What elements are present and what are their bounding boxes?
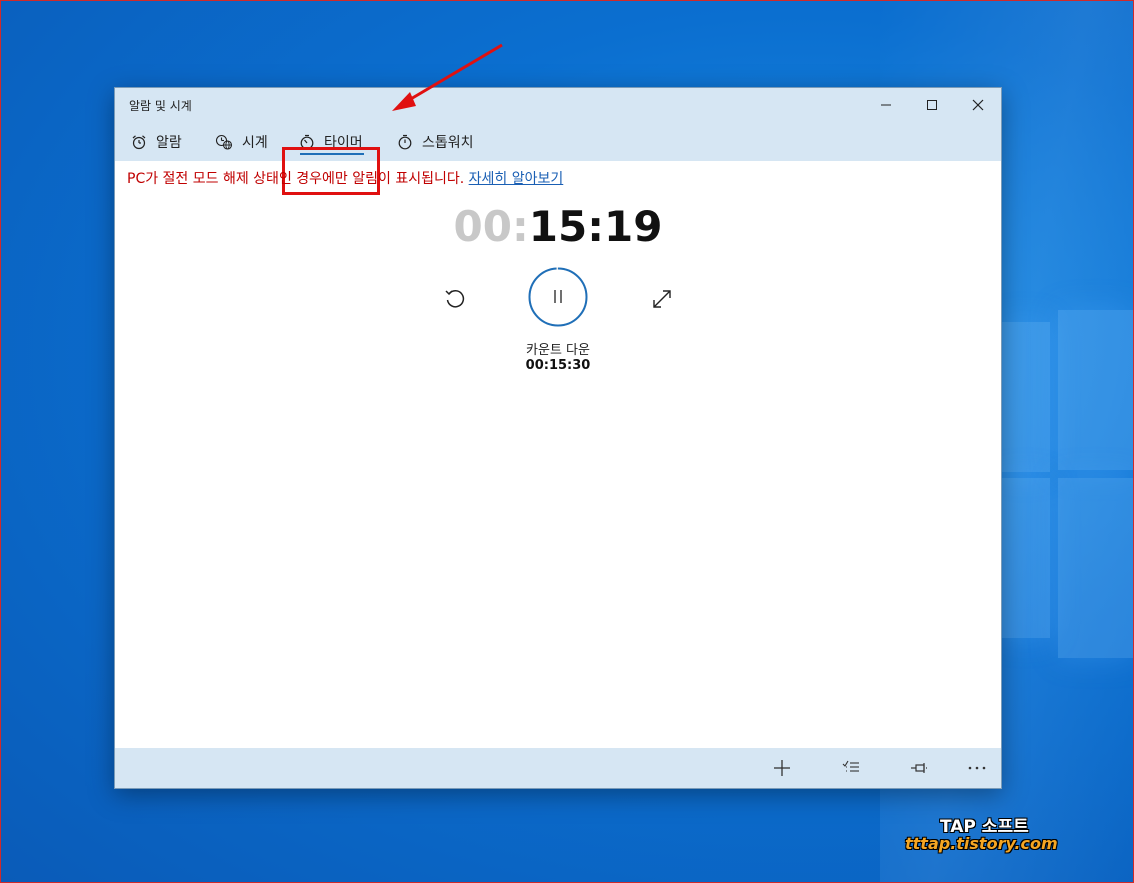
tab-alarm[interactable]: 알람 [131, 122, 182, 161]
title-bar[interactable]: 알람 및 시계 [115, 88, 1001, 122]
pin-icon [911, 763, 927, 773]
reset-button[interactable] [442, 286, 468, 312]
pin-to-start-button[interactable] [899, 748, 939, 788]
expand-button[interactable] [649, 286, 675, 312]
stopwatch-icon [398, 134, 412, 149]
windows-logo-pane [1000, 478, 1050, 638]
warning-text: PC가 절전 모드 해제 상태인 경우에만 알림이 표시됩니다. [127, 171, 465, 187]
timer-minutes-seconds: 15:19 [528, 202, 663, 251]
maximize-icon [927, 100, 937, 110]
minimize-icon [881, 104, 891, 106]
close-button[interactable] [955, 88, 1001, 122]
annotation-arrow [392, 43, 503, 111]
tab-clock[interactable]: 시계 [215, 122, 268, 161]
progress-ring [528, 267, 588, 327]
watermark-url: tttap.tistory.com [905, 834, 1058, 853]
alarm-clock-icon [132, 134, 146, 149]
window-title: 알람 및 시계 [129, 99, 192, 113]
add-timer-button[interactable] [762, 748, 802, 788]
alarms-clock-window: 알람 및 시계 알람 시계 타이머 스톱워치 PC가 절전 모드 해제 상태인 … [114, 87, 1002, 789]
learn-more-link[interactable]: 자세히 알아보기 [469, 171, 564, 187]
minimize-button[interactable] [863, 88, 909, 122]
windows-logo-pane [1000, 322, 1050, 472]
windows-logo-pane [1058, 310, 1134, 470]
select-timers-button[interactable] [831, 748, 871, 788]
expand-icon [653, 290, 671, 308]
tab-alarm-label: 알람 [156, 134, 182, 151]
timer-name: 카운트 다운 [526, 343, 590, 358]
close-icon [972, 99, 984, 111]
timer-separator: : [511, 202, 529, 251]
tab-bar: 알람 시계 타이머 스톱워치 [115, 122, 1001, 195]
notification-warning: PC가 절전 모드 해제 상태인 경우에만 알림이 표시됩니다. 자세히 알아보… [127, 168, 563, 188]
select-list-icon [842, 760, 859, 772]
pause-button[interactable] [527, 266, 589, 328]
timer-hours: 00 [453, 202, 512, 251]
bottom-command-bar [115, 748, 1001, 788]
tab-clock-label: 시계 [242, 134, 268, 151]
tab-stopwatch-label: 스톱워치 [422, 134, 474, 151]
more-options-button[interactable] [957, 748, 997, 788]
reset-icon [445, 290, 465, 308]
timer-total-duration: 00:15:30 [525, 358, 591, 373]
add-icon [774, 760, 790, 776]
world-clock-icon [215, 134, 233, 150]
tab-stopwatch[interactable]: 스톱워치 [397, 122, 474, 161]
windows-logo-pane [1058, 478, 1134, 658]
maximize-button[interactable] [909, 88, 955, 122]
more-icon [968, 766, 986, 770]
timer-display: 00:15:19 [115, 202, 1001, 252]
